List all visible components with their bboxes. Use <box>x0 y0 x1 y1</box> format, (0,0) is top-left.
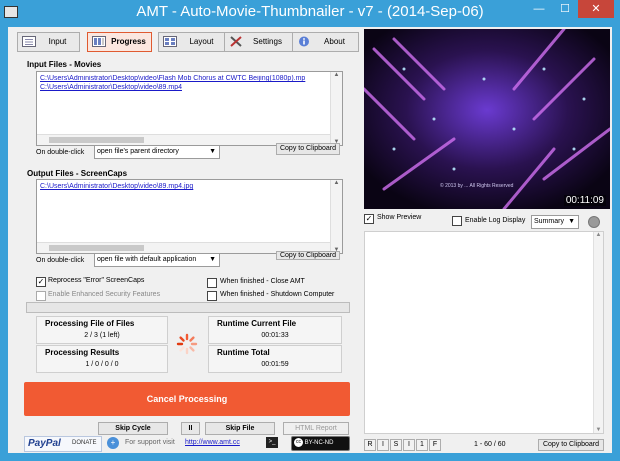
pause-button[interactable]: II <box>181 422 200 435</box>
select-value: open file with default application <box>97 256 197 263</box>
log-filter-s-button[interactable]: S <box>390 439 402 451</box>
tab-label: Layout <box>189 37 214 46</box>
tab-layout[interactable]: Layout <box>158 32 227 52</box>
output-dblclick-select[interactable]: open file with default application ▼ <box>94 253 220 267</box>
log-filter-1-button[interactable]: 1 <box>416 439 428 451</box>
scrollbar-thumb[interactable] <box>49 245 144 251</box>
donate-label: DONATE <box>72 440 97 446</box>
processing-results-value: 1 / 0 / 0 / 0 <box>85 361 119 368</box>
video-watermark: © 2013 by ... All Rights Reserved <box>440 183 514 189</box>
scrollbar-thumb[interactable] <box>49 137 144 143</box>
input-dblclick-label: On double-click <box>36 149 85 156</box>
status-dot-icon <box>588 216 600 228</box>
paypal-logo: PayPal <box>28 438 61 449</box>
info-icon <box>299 36 309 47</box>
input-dblclick-select[interactable]: open file's parent directory ▼ <box>94 145 220 159</box>
log-filter-i-button[interactable]: I <box>377 439 389 451</box>
tab-label: Settings <box>253 37 282 46</box>
tab-progress[interactable]: Progress <box>87 32 152 52</box>
tab-about[interactable]: About <box>292 32 359 52</box>
enable-log-label: Enable Log Display <box>465 217 526 224</box>
reprocess-checkbox[interactable]: ✓ <box>36 277 46 287</box>
shutdown-checkbox[interactable] <box>207 291 217 301</box>
log-mode-select[interactable]: Summary ▼ <box>531 215 579 229</box>
close-amt-checkbox[interactable] <box>207 278 217 288</box>
input-file-item[interactable]: C:\Users\Administrator\Desktop\video\89.… <box>40 84 182 91</box>
paypal-donate-button[interactable]: PayPal DONATE <box>24 436 102 452</box>
log-count: 1 - 60 / 60 <box>474 441 506 448</box>
runtime-current-label: Runtime Current File <box>217 319 297 328</box>
tab-label: Input <box>48 37 67 46</box>
vertical-scrollbar[interactable]: ▲ ▼ <box>330 180 342 253</box>
tab-settings[interactable]: Settings <box>224 32 293 52</box>
layout-icon <box>163 36 177 47</box>
chevron-down-icon: ▼ <box>209 256 216 263</box>
spinner-icon <box>176 333 198 355</box>
runtime-total-value: 00:01:59 <box>261 361 289 368</box>
video-frame-image <box>364 29 610 209</box>
show-preview-checkbox[interactable]: ✓ <box>364 214 374 224</box>
console-icon[interactable]: >_ <box>266 437 278 448</box>
show-preview-label: Show Preview <box>377 214 422 221</box>
tools-icon <box>230 36 242 47</box>
vertical-scrollbar[interactable]: ▲ ▼ <box>330 72 342 145</box>
log-display[interactable]: ▲ ▼ <box>364 231 604 434</box>
processing-file-label: Processing File of Files <box>45 319 135 328</box>
output-files-label: Output Files - ScreenCaps <box>27 169 128 178</box>
support-text: For support visit <box>125 439 175 446</box>
maximize-button[interactable]: ☐ <box>553 0 577 18</box>
cancel-processing-button[interactable]: Cancel Processing <box>24 382 350 416</box>
skip-file-button[interactable]: Skip File <box>205 422 275 435</box>
tab-label: Progress <box>111 37 146 46</box>
cc-icon: cc <box>294 437 303 447</box>
progress-icon <box>92 36 106 47</box>
processing-results-panel: Processing Results 1 / 0 / 0 / 0 <box>36 345 168 373</box>
input-files-list[interactable]: C:\Users\Administrator\Desktop\video\Fla… <box>36 71 343 146</box>
enable-log-checkbox[interactable] <box>452 216 462 226</box>
close-button[interactable]: ✕ <box>578 0 614 18</box>
list-icon <box>22 36 36 47</box>
select-value: Summary <box>534 218 564 225</box>
tab-input[interactable]: Input <box>17 32 80 52</box>
input-files-label: Input Files - Movies <box>27 60 102 69</box>
overall-progress-bar <box>26 302 350 313</box>
input-file-item[interactable]: C:\Users\Administrator\Desktop\video\Fla… <box>40 75 328 82</box>
security-label: Enable Enhanced Security Features <box>48 291 161 298</box>
log-copy-button[interactable]: Copy to Clipboard <box>538 439 604 451</box>
runtime-total-label: Runtime Total <box>217 348 270 357</box>
client-area: Input Progress Layout Settings About Inp… <box>8 27 612 453</box>
log-filter-f-button[interactable]: F <box>429 439 441 451</box>
processing-results-label: Processing Results <box>45 348 120 357</box>
runtime-current-value: 00:01:33 <box>261 332 289 339</box>
runtime-current-panel: Runtime Current File 00:01:33 <box>208 316 342 344</box>
chevron-down-icon: ▼ <box>568 218 575 225</box>
minimize-button[interactable]: — <box>527 0 551 18</box>
output-files-list[interactable]: C:\Users\Administrator\Desktop\video\89.… <box>36 179 343 254</box>
runtime-total-panel: Runtime Total 00:01:59 <box>208 345 342 373</box>
security-checkbox[interactable] <box>36 291 46 301</box>
plus-icon[interactable]: + <box>107 437 119 449</box>
input-copy-button[interactable]: Copy to Clipboard <box>276 143 340 155</box>
chevron-down-icon: ▼ <box>209 148 216 155</box>
html-report-button[interactable]: HTML Report <box>283 422 349 435</box>
vertical-scrollbar[interactable]: ▲ ▼ <box>593 232 603 433</box>
log-filter-r-button[interactable]: R <box>364 439 376 451</box>
select-value: open file's parent directory <box>97 148 179 155</box>
license-text: BY-NC-ND <box>304 440 334 446</box>
tab-label: About <box>324 37 345 46</box>
close-amt-label: When finished - Close AMT <box>220 278 305 285</box>
output-file-item[interactable]: C:\Users\Administrator\Desktop\video\89.… <box>40 183 193 190</box>
output-copy-button[interactable]: Copy to Clipboard <box>276 251 340 260</box>
support-link[interactable]: http://www.amt.cc <box>185 439 240 446</box>
output-dblclick-label: On double-click <box>36 257 85 264</box>
reprocess-label: Reprocess "Error" ScreenCaps <box>48 277 145 284</box>
log-filter-i2-button[interactable]: I <box>403 439 415 451</box>
license-badge[interactable]: cc BY-NC-ND <box>291 436 350 451</box>
skip-cycle-button[interactable]: Skip Cycle <box>98 422 168 435</box>
video-timestamp: 00:11:09 <box>563 195 606 206</box>
shutdown-label: When finished - Shutdown Computer <box>220 291 335 298</box>
video-preview: © 2013 by ... All Rights Reserved 00:11:… <box>364 29 610 209</box>
processing-file-panel: Processing File of Files 2 / 3 (1 left) <box>36 316 168 344</box>
processing-file-value: 2 / 3 (1 left) <box>84 332 120 339</box>
